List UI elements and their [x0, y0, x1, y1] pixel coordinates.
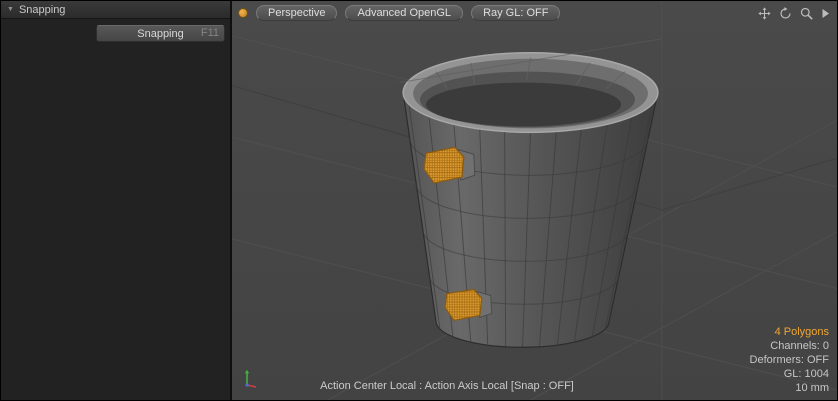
snapping-button-shortcut: F11 [201, 27, 219, 39]
cup-mesh[interactable] [399, 39, 662, 347]
scene-render [232, 1, 837, 400]
rotate-view-icon[interactable] [779, 7, 792, 20]
perspective-button[interactable]: Perspective [256, 5, 337, 21]
action-center-status: Action Center Local : Action Axis Local … [320, 380, 574, 392]
viewport-nav-tools [758, 7, 830, 20]
channels-count: Channels: 0 [750, 339, 829, 353]
snapping-panel-body: Snapping F11 [1, 19, 230, 400]
selected-polygon-2[interactable] [445, 290, 482, 321]
ray-gl-button[interactable]: Ray GL: OFF [471, 5, 560, 21]
gl-count: GL: 1004 [750, 367, 829, 381]
pan-tool-icon[interactable] [758, 7, 771, 20]
viewport-menu-arrow-icon[interactable] [821, 8, 830, 19]
deformers-status: Deformers: OFF [750, 353, 829, 367]
snapping-panel: ▼ Snapping Snapping F11 [1, 1, 232, 400]
advanced-opengl-button[interactable]: Advanced OpenGL [345, 5, 463, 21]
viewport-stats: 4 Polygons Channels: 0 Deformers: OFF GL… [750, 325, 829, 395]
panel-title: Snapping [19, 4, 66, 16]
viewport-toolbar: Perspective Advanced OpenGL Ray GL: OFF [238, 5, 560, 21]
zoom-tool-icon[interactable] [800, 7, 813, 20]
viewport-3d[interactable]: Perspective Advanced OpenGL Ray GL: OFF [232, 1, 837, 400]
cup-inner-shadow [426, 83, 621, 127]
selected-polygon-1[interactable] [424, 147, 464, 183]
grid-size: 10 mm [750, 381, 829, 395]
collapse-arrow-icon[interactable]: ▼ [7, 6, 14, 13]
viewport-mode-dot-icon[interactable] [238, 8, 248, 18]
polygon-count: 4 Polygons [750, 325, 829, 339]
snapping-panel-header[interactable]: ▼ Snapping [1, 1, 230, 19]
modo-app-window: ▼ Snapping Snapping F11 [0, 0, 838, 401]
snapping-button[interactable]: Snapping F11 [96, 25, 225, 42]
snapping-button-label: Snapping [137, 28, 184, 40]
axis-gizmo-icon [240, 368, 262, 395]
